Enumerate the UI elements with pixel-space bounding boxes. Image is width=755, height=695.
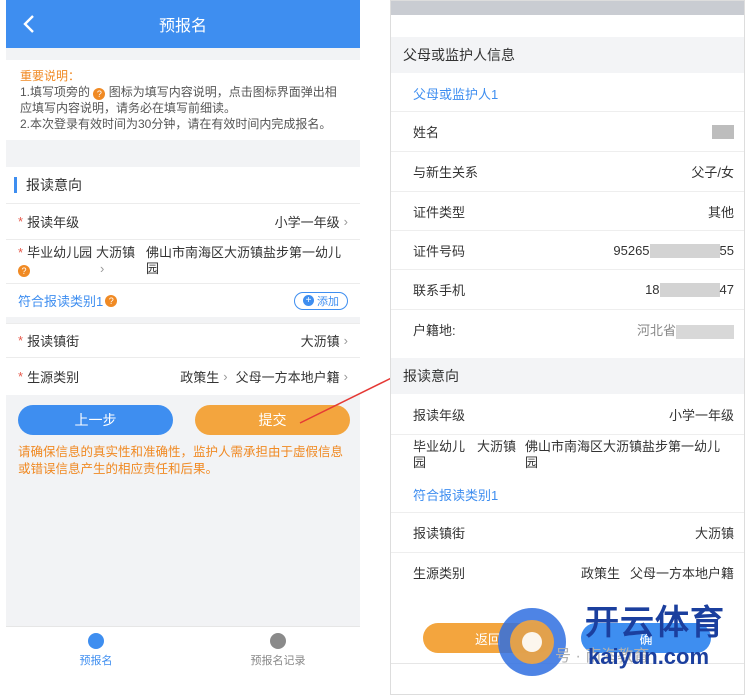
id-number-value: 95265 55 xyxy=(613,242,734,259)
nav-bar: 预报名 xyxy=(6,0,360,48)
tab-pre-register-records[interactable]: 预报名记录 xyxy=(228,633,328,668)
source-value-2: 父母一方本地户籍 xyxy=(235,370,340,385)
required-mark: * xyxy=(18,245,24,260)
street-row-right: 报读镇街 大沥镇 xyxy=(391,512,744,552)
chevron-right-icon: › xyxy=(343,369,348,384)
street-value: 大沥镇 xyxy=(300,334,340,349)
page-title: 预报名 xyxy=(158,18,207,35)
notice-panel: 重要说明： 1.填写项旁的 ? 图标为填写内容说明，点击图标界面弹出相应填写内容… xyxy=(6,60,360,140)
previous-step-button[interactable]: 上一步 xyxy=(18,405,173,435)
section-accent-bar xyxy=(14,177,17,193)
required-mark: * xyxy=(18,214,24,229)
id-type-row: 证件类型 其他 xyxy=(391,191,744,231)
guardian-link[interactable]: 父母或监护人1 xyxy=(391,73,744,113)
name-row: 姓名 xyxy=(391,111,744,151)
help-icon[interactable]: ? xyxy=(105,294,118,307)
id-number-row: 证件号码 95265 55 xyxy=(391,230,744,270)
chevron-right-icon: › xyxy=(343,333,348,348)
section-header-intent-right: 报读意向 xyxy=(391,358,744,394)
category-link-right[interactable]: 符合报读类别1 xyxy=(391,476,744,512)
relation-row: 与新生关系 父子/女 xyxy=(391,151,744,191)
help-icon[interactable]: ? xyxy=(18,265,30,277)
grade-row[interactable]: * 报读年级 小学一年级 › xyxy=(6,203,360,239)
source-label: 生源类别 xyxy=(27,370,80,385)
notice-line-1: 1.填写项旁的 ? 图标为填写内容说明，点击图标界面弹出相应填写内容说明，请务必… xyxy=(20,85,337,115)
records-icon xyxy=(270,633,286,649)
plus-icon: + xyxy=(303,295,314,306)
grade-row-right: 报读年级 小学一年级 xyxy=(413,407,734,423)
source-value-1: 政策生 xyxy=(180,370,220,385)
section-header-intent: 报读意向 xyxy=(6,167,360,203)
grade-value: 小学一年级 xyxy=(274,215,340,230)
watermark-brand: 开云体育 xyxy=(585,604,725,642)
source-row-right: 生源类别 政策生 父母一方本地户籍 xyxy=(391,552,744,592)
required-mark: * xyxy=(18,369,24,384)
notice-line-2: 2.本次登录有效时间为30分钟，请在有效时间内完成报名。 xyxy=(20,117,332,131)
kindergarten-town: 大沥镇 xyxy=(96,245,136,260)
warning-text: 请确保信息的真实性和准确性，监护人需承担由于虚假信息或错误信息产生的相应责任和后… xyxy=(18,445,344,476)
category-row: 符合报读类别1 ? + 添加 xyxy=(6,283,360,317)
masked-name xyxy=(712,124,734,139)
help-icon: ? xyxy=(93,88,106,100)
kindergarten-row-right: 毕业幼儿园 大沥镇 佛山市南海区大沥镇盐步第一幼儿园 xyxy=(391,434,744,476)
street-label: 报读镇街 xyxy=(27,334,80,349)
back-arrow-icon[interactable] xyxy=(16,10,42,38)
notice-title: 重要说明： xyxy=(20,69,81,83)
chevron-right-icon: › xyxy=(223,369,228,384)
section-header-guardian: 父母或监护人信息 xyxy=(391,37,744,73)
kindergarten-row[interactable]: * 毕业幼儿园 ? 大沥镇 › 佛山市南海区大沥镇盐步第一幼儿园 xyxy=(6,239,360,283)
tab-pre-register[interactable]: 预报名 xyxy=(46,633,146,668)
category-label: 符合报读类别1 xyxy=(18,294,104,309)
grade-label: 报读年级 xyxy=(27,215,80,230)
watermark-url: kaiyun.com xyxy=(588,644,710,669)
left-phone-screen: 预报名 重要说明： 1.填写项旁的 ? 图标为填写内容说明，点击图标界面弹出相应… xyxy=(6,0,360,672)
bottom-tab-bar: 预报名 预报名记录 xyxy=(6,626,360,672)
chevron-right-icon: › xyxy=(100,261,105,276)
submit-button[interactable]: 提交 xyxy=(195,405,350,435)
register-icon xyxy=(88,633,104,649)
status-strip xyxy=(391,1,744,15)
kindergarten-value: 佛山市南海区大沥镇盐步第一幼儿园 xyxy=(146,245,342,276)
add-category-button[interactable]: + 添加 xyxy=(294,291,348,310)
hukou-value: 河北省 xyxy=(637,320,734,339)
phone-value: 18 47 xyxy=(645,281,734,298)
chevron-right-icon: › xyxy=(343,214,348,229)
required-mark: * xyxy=(18,333,24,348)
kindergarten-label: 毕业幼儿园 xyxy=(27,245,93,260)
source-row[interactable]: * 生源类别 政策生 › 父母一方本地户籍 › xyxy=(6,357,360,395)
street-row[interactable]: * 报读镇街 大沥镇 › xyxy=(6,323,360,357)
phone-row: 联系手机 18 47 xyxy=(391,269,744,309)
hukou-row: 户籍地: 河北省 xyxy=(391,309,744,349)
